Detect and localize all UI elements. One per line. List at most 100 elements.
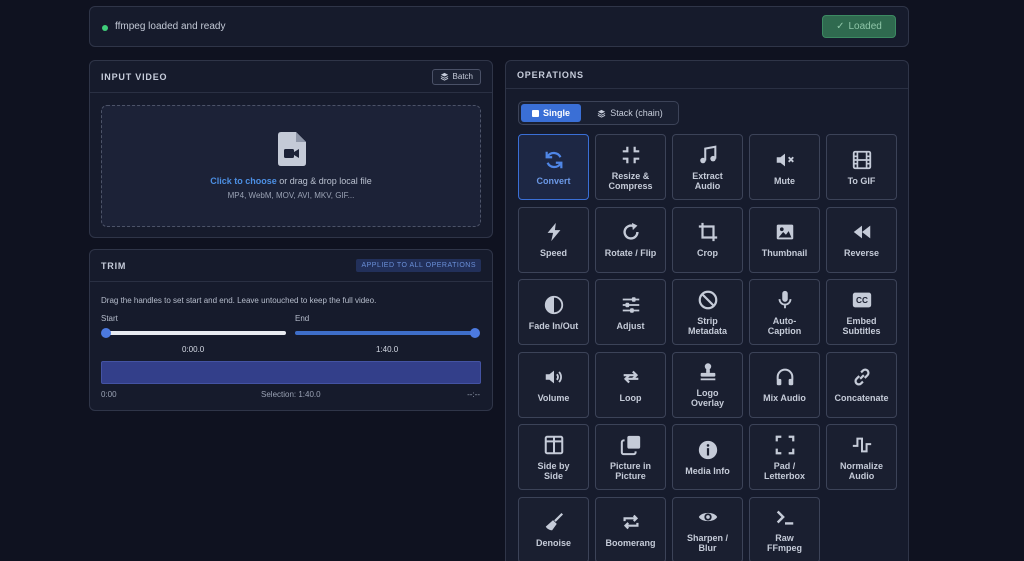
selection-duration: Selection: 1:40.0	[261, 390, 321, 399]
eye-icon	[697, 506, 719, 528]
square-icon	[531, 109, 539, 117]
end-time-value: 1:40.0	[376, 345, 399, 354]
half-circle-icon	[543, 294, 565, 316]
operation-label: Concatenate	[834, 393, 889, 403]
operation-denoise[interactable]: Denoise	[518, 496, 589, 561]
operation-mute[interactable]: Mute	[749, 134, 820, 200]
compress-icon	[620, 144, 642, 166]
operation-reverse[interactable]: Reverse	[826, 206, 897, 273]
operation-label: Sharpen / Blur	[686, 533, 728, 553]
operation-convert[interactable]: Convert	[518, 134, 589, 200]
operation-label: Speed	[539, 248, 567, 258]
operation-boomerang[interactable]: Boomerang	[595, 496, 666, 561]
operation-side-by-side[interactable]: Side by Side	[518, 424, 589, 490]
batch-label: Batch	[452, 72, 473, 81]
link-icon	[851, 366, 873, 388]
microphone-icon	[774, 289, 796, 311]
operation-adjust[interactable]: Adjust	[595, 279, 666, 345]
operation-concatenate[interactable]: Concatenate	[826, 351, 897, 418]
operation-logo-overlay[interactable]: Logo Overlay	[672, 351, 743, 418]
operation-resize-compress[interactable]: Resize & Compress	[595, 134, 666, 200]
operation-normalize-audio[interactable]: Normalize Audio	[826, 424, 897, 490]
operation-pad-letterbox[interactable]: Pad / Letterbox	[749, 424, 820, 490]
repeat-icon	[620, 511, 642, 533]
mode-single-label: Single	[542, 108, 570, 118]
mode-single-button[interactable]: Single	[521, 104, 581, 122]
operation-label: Volume	[537, 393, 570, 403]
rotate-icon	[620, 221, 642, 243]
timeline-start: 0:00	[101, 390, 117, 399]
operation-crop[interactable]: Crop	[672, 206, 743, 273]
operation-label: Convert	[536, 175, 571, 186]
timeline-selection[interactable]	[101, 361, 481, 384]
mode-stack-button[interactable]: Stack (chain)	[585, 104, 675, 122]
trim-title: TRIM	[101, 260, 127, 271]
operation-media-info[interactable]: Media Info	[672, 424, 743, 490]
operation-volume[interactable]: Volume	[518, 351, 589, 418]
operation-extract-audio[interactable]: Extract Audio	[672, 134, 743, 200]
input-video-header: INPUT VIDEO Batch	[90, 61, 492, 93]
operation-picture-in-picture[interactable]: Picture in Picture	[595, 424, 666, 490]
choose-file-link[interactable]: Click to choose	[210, 176, 277, 186]
status-bar: ffmpeg loaded and ready ✓ Loaded	[89, 6, 909, 47]
batch-button[interactable]: Batch	[431, 68, 481, 85]
music-note-icon	[697, 144, 719, 166]
operation-rotate-flip[interactable]: Rotate / Flip	[595, 206, 666, 273]
cc-icon: CC	[851, 289, 873, 311]
broom-icon	[543, 511, 565, 533]
end-label: End	[295, 314, 310, 323]
operation-strip-metadata[interactable]: Strip Metadata	[672, 279, 743, 345]
operation-label: Crop	[697, 248, 718, 258]
dropzone-text: or drag & drop local file	[276, 176, 372, 186]
operation-raw-ffmpeg[interactable]: Raw FFmpeg	[749, 496, 820, 561]
check-icon: ✓	[836, 21, 845, 32]
start-slider-track[interactable]	[106, 331, 286, 335]
operation-embed-subtitles[interactable]: CC Embed Subtitles	[826, 279, 897, 345]
operation-fade-in-out[interactable]: Fade In/Out	[518, 279, 589, 345]
operation-speed[interactable]: Speed	[518, 206, 589, 273]
input-video-panel: INPUT VIDEO Batch Click to choose or dra…	[89, 60, 493, 238]
wave-icon	[851, 434, 873, 456]
dropzone-instruction: Click to choose or drag & drop local fil…	[102, 176, 480, 186]
operation-label: Auto- Caption	[767, 315, 802, 336]
file-dropzone[interactable]: Click to choose or drag & drop local fil…	[101, 105, 481, 227]
operation-label: To GIF	[847, 175, 876, 186]
operations-header: OPERATIONS	[506, 61, 908, 89]
operation-label: Embed Subtitles	[842, 315, 881, 336]
volume-icon	[543, 366, 565, 388]
loop-icon	[620, 366, 642, 388]
ban-icon	[697, 289, 719, 311]
operation-label: Mix Audio	[763, 393, 806, 403]
operation-mix-audio[interactable]: Mix Audio	[749, 351, 820, 418]
pip-icon	[620, 434, 642, 456]
start-slider-handle[interactable]	[101, 328, 111, 338]
operation-label: Fade In/Out	[528, 320, 579, 331]
operation-to-gif[interactable]: To GIF	[826, 134, 897, 200]
rewind-icon	[851, 221, 873, 243]
expand-icon	[774, 434, 796, 456]
operation-label: Denoise	[535, 538, 571, 548]
bolt-icon	[543, 221, 565, 243]
loaded-label: Loaded	[848, 21, 882, 32]
sliders-icon	[620, 294, 642, 316]
operation-label: Reverse	[843, 248, 880, 258]
operation-label: Media Info	[685, 465, 730, 476]
mode-stack-label: Stack (chain)	[610, 108, 663, 118]
trim-panel: TRIM APPLIED TO ALL OPERATIONS Drag the …	[89, 249, 493, 411]
operation-label: Pad / Letterbox	[763, 460, 805, 481]
operation-sharpen-blur[interactable]: Sharpen / Blur	[672, 496, 743, 561]
timeline-end: --:--	[467, 390, 480, 399]
operation-thumbnail[interactable]: Thumbnail	[749, 206, 820, 273]
operation-label: Thumbnail	[761, 248, 808, 258]
operation-label: Side by Side	[537, 460, 570, 481]
operation-auto-caption[interactable]: Auto- Caption	[749, 279, 820, 345]
end-slider-handle[interactable]	[470, 328, 480, 338]
operation-label: Strip Metadata	[687, 315, 727, 336]
svg-text:CC: CC	[856, 296, 868, 305]
terminal-icon	[774, 506, 796, 528]
end-slider-track[interactable]	[295, 331, 475, 335]
loaded-button[interactable]: ✓ Loaded	[822, 15, 896, 38]
operation-loop[interactable]: Loop	[595, 351, 666, 418]
operation-label: Mute	[774, 175, 795, 186]
mute-icon	[774, 149, 796, 171]
